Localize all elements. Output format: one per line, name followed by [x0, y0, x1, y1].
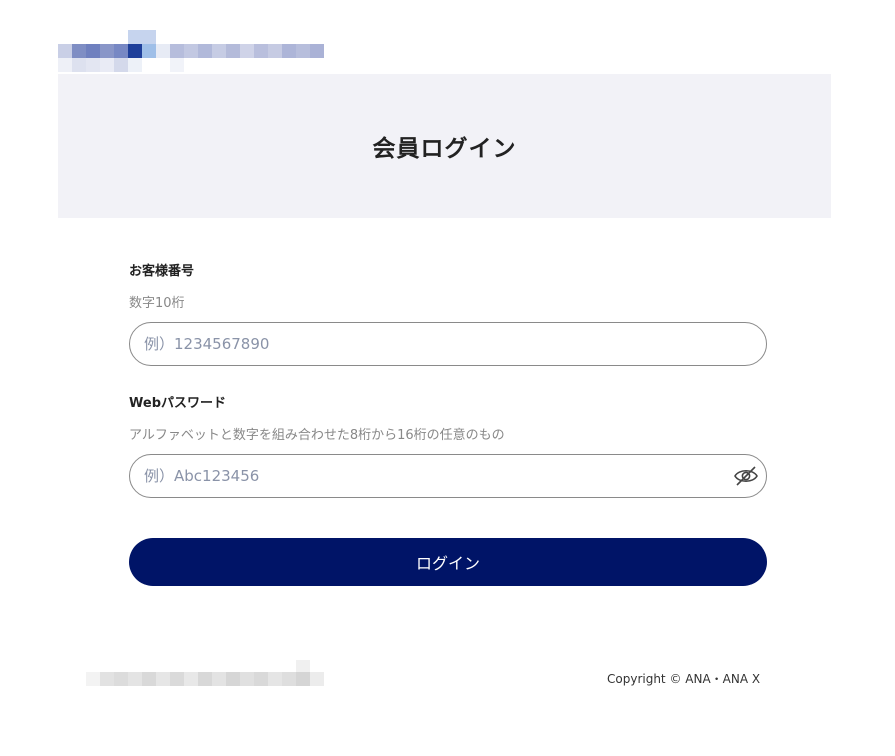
customer-number-label: お客様番号 — [129, 264, 195, 279]
login-button[interactable]: ログイン — [129, 538, 767, 586]
page-title: 会員ログイン — [372, 136, 517, 162]
eye-slash-icon — [734, 466, 758, 486]
header-band: 会員ログイン — [58, 74, 831, 218]
password-input[interactable] — [142, 455, 706, 497]
customer-number-field-wrapper — [129, 322, 767, 366]
password-hint: アルファベットと数字を組み合わせた8桁から16桁の任意のもの — [129, 428, 505, 443]
password-field-wrapper — [129, 454, 767, 498]
copyright-text: Copyright © ANA・ANA X — [607, 672, 761, 686]
logo-image-pixelated — [58, 30, 340, 74]
password-label: Webパスワード — [129, 396, 226, 411]
customer-number-input[interactable] — [142, 323, 706, 365]
customer-number-hint: 数字10桁 — [129, 296, 185, 311]
footer-logo-pixelated — [86, 660, 326, 690]
password-visibility-toggle[interactable] — [732, 463, 760, 489]
